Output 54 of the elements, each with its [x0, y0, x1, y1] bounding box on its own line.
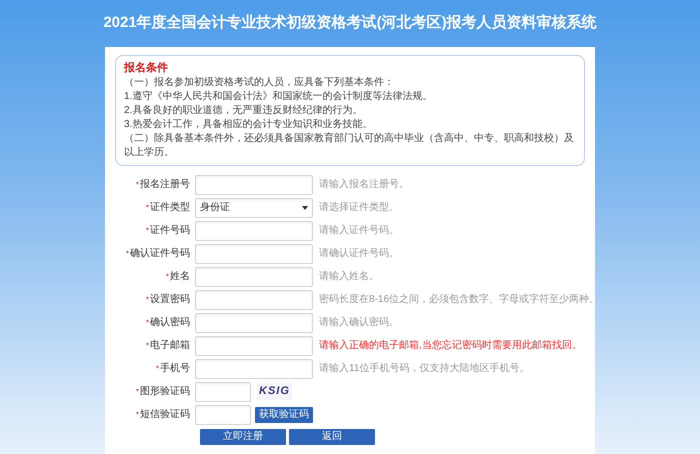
text-input[interactable]: [195, 244, 313, 264]
required-mark: *: [136, 178, 139, 190]
get-code-button[interactable]: 获取验证码: [255, 406, 313, 422]
required-mark: *: [146, 202, 149, 214]
field-label: 手机号: [160, 362, 190, 376]
field-hint: 密码长度在8-16位之间，必须包含数字、字母或字符至少两种。: [319, 292, 600, 307]
text-input[interactable]: [195, 336, 313, 356]
condition-text: 2.具备良好的职业道德，无严重违反财经纪律的行为。: [124, 104, 364, 118]
required-mark: *: [166, 270, 169, 282]
required-mark: *: [136, 408, 139, 420]
field-label: 短信验证码: [140, 408, 190, 422]
required-mark: *: [146, 224, 149, 236]
text-input[interactable]: [195, 266, 313, 286]
field-label: 证件号码: [150, 224, 190, 238]
condition-text: 3.热爱会计工作，具备相应的会计专业知识和业务技能。: [124, 118, 374, 132]
field-label: 电子邮箱: [150, 338, 190, 353]
required-mark: *: [146, 294, 149, 306]
captcha-image[interactable]: KSIG: [257, 383, 292, 400]
field-hint: 请输入正确的电子邮箱,当您忘记密码时需要用此邮箱找回。: [319, 338, 582, 353]
required-mark: *: [146, 316, 149, 328]
text-input[interactable]: [195, 174, 313, 194]
field-hint: 请输入确认密码。: [319, 316, 399, 330]
text-input[interactable]: [195, 312, 313, 332]
field-label: 证件类型: [150, 200, 190, 215]
field-label: 姓名: [170, 270, 190, 284]
required-mark: *: [126, 248, 129, 260]
dropdown-icon: [302, 206, 308, 210]
field-hint: 请输入报名注册号。: [319, 178, 409, 192]
sms-code-input[interactable]: [195, 404, 251, 424]
text-input[interactable]: [195, 358, 313, 378]
field-label: 报名注册号: [140, 178, 190, 192]
field-hint: 请输入姓名。: [319, 270, 379, 284]
text-input[interactable]: [195, 220, 313, 240]
field-hint: 请选择证件类型。: [319, 200, 399, 215]
field-hint: 请输入11位手机号码，仅支持大陆地区手机号。: [319, 362, 530, 376]
condition-text: （一）报名参加初级资格考试的人员，应具备下列基本条件：: [124, 76, 395, 90]
form-button[interactable]: 立即注册: [200, 429, 286, 445]
required-mark: *: [136, 386, 139, 398]
field-label: 确认证件号码: [130, 247, 190, 261]
conditions-title: 报名条件: [124, 61, 169, 76]
captcha-input[interactable]: [195, 382, 251, 402]
field-label: 设置密码: [150, 292, 190, 307]
field-label: 确认密码: [150, 316, 190, 330]
required-mark: *: [156, 362, 159, 374]
page-title: 2021年度全国会计专业技术初级资格考试(河北考区)报考人员资料审核系统: [103, 13, 597, 34]
field-hint: 请输入证件号码。: [319, 224, 399, 238]
form-button[interactable]: 返回: [289, 429, 375, 445]
text-input[interactable]: [195, 290, 313, 310]
condition-text: （二）除具备基本条件外，还必须具备国家教育部门认可的高中毕业（含高中、中专、职高和技校）及以上学历。: [124, 132, 575, 160]
id-type-select[interactable]: 身份证: [195, 198, 313, 218]
field-label: 图形验证码: [140, 385, 190, 399]
required-mark: *: [146, 340, 149, 352]
condition-text: 1.遵守《中华人民共和国会计法》和国家统一的会计制度等法律法规。: [124, 90, 434, 104]
field-hint: 请确认证件号码。: [319, 246, 399, 261]
